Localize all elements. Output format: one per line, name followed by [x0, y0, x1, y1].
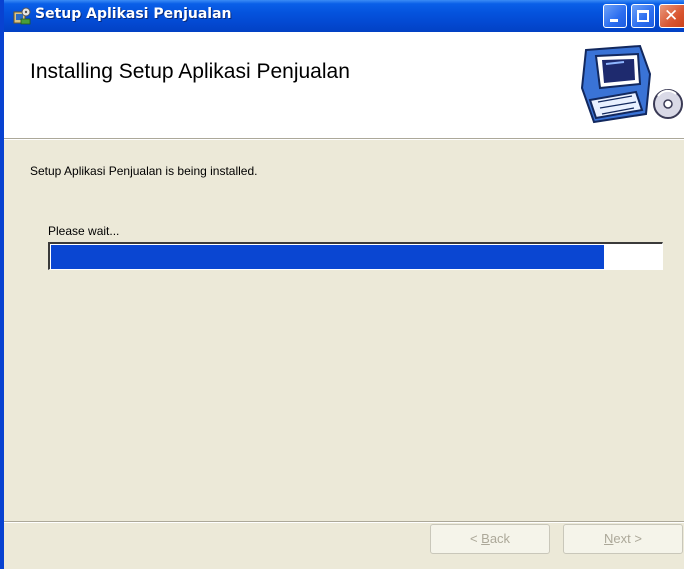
progress-bar-fill [51, 245, 604, 269]
next-button[interactable]: Next > [563, 524, 683, 554]
window-title: Setup Aplikasi Penjualan [35, 6, 232, 22]
installer-window: Setup Aplikasi Penjualan ✕ Installing Se… [0, 0, 684, 569]
header-banner: Installing Setup Aplikasi Penjualan [4, 32, 684, 139]
back-label-rest: ack [489, 531, 511, 546]
maximize-button[interactable] [631, 4, 655, 28]
computer-cd-icon [580, 44, 683, 124]
back-prefix: < [469, 531, 482, 546]
page-title: Installing Setup Aplikasi Penjualan [30, 60, 350, 83]
maximize-icon [637, 10, 649, 22]
please-wait-label: Please wait... [48, 224, 120, 238]
footer-separator-highlight [4, 522, 684, 523]
back-button[interactable]: < Back [430, 524, 550, 554]
minimize-button[interactable] [603, 4, 627, 28]
header-separator [4, 139, 684, 140]
install-status-text: Setup Aplikasi Penjualan is being instal… [30, 164, 258, 178]
setup-app-icon [13, 7, 31, 25]
next-accesskey: N [604, 531, 614, 546]
close-icon: ✕ [664, 6, 679, 26]
title-bar[interactable]: Setup Aplikasi Penjualan ✕ [4, 0, 684, 32]
back-accesskey: B [481, 531, 490, 546]
install-progress-bar [48, 242, 663, 270]
minimize-icon [610, 19, 618, 22]
close-button[interactable]: ✕ [659, 4, 684, 28]
next-label-rest: ext > [613, 531, 642, 546]
